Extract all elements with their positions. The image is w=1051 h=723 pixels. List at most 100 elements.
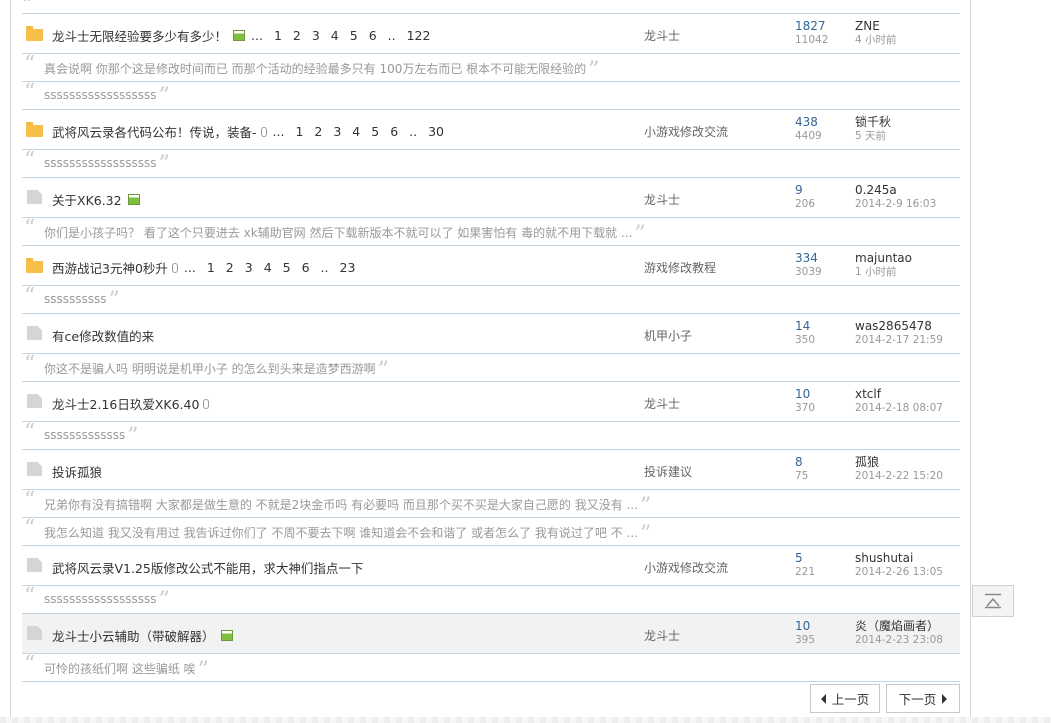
reply-count[interactable]: 1827: [795, 19, 828, 33]
reply-count[interactable]: 8: [795, 455, 808, 469]
folder-icon: [26, 326, 43, 341]
page-link[interactable]: 6: [369, 28, 377, 43]
thread-row[interactable]: 龙斗士无限经验要多少有多少！ ... 1 2 3 4 5 6 .. 122 龙斗…: [22, 14, 960, 54]
thread-title[interactable]: 武将风云录V1.25版修改公式不能用，求大神们指点一下: [52, 558, 363, 577]
forum-link[interactable]: 龙斗士: [644, 27, 680, 44]
last-post-time[interactable]: 2014-2-26 13:05: [855, 565, 943, 579]
page-link[interactable]: 4: [331, 28, 339, 43]
page-link[interactable]: 3: [312, 28, 320, 43]
back-to-top-button[interactable]: [972, 585, 1014, 617]
prev-page-button[interactable]: 上一页: [810, 684, 880, 713]
last-post-time[interactable]: 2014-2-22 15:20: [855, 469, 943, 483]
thread-title[interactable]: 龙斗士无限经验要多少有多少！: [52, 26, 227, 45]
last-post-time[interactable]: 2014-2-9 16:03: [855, 197, 936, 211]
page-link[interactable]: 4: [264, 260, 272, 275]
last-poster[interactable]: majuntao: [855, 251, 912, 265]
last-poster[interactable]: 0.245a: [855, 183, 936, 197]
thread-title[interactable]: 投诉孤狼: [52, 462, 102, 481]
page-link[interactable]: 5: [283, 260, 291, 275]
last-poster[interactable]: xtclf: [855, 387, 943, 401]
thread-row[interactable]: 投诉孤狼 投诉建议 8 75 孤狼 2014-2-22 15:20: [22, 450, 960, 490]
thread-title[interactable]: 有ce修改数值的来: [52, 326, 154, 345]
last-post-time[interactable]: 1 小时前: [855, 265, 912, 279]
reply-count[interactable]: 9: [795, 183, 815, 197]
page-link[interactable]: 23: [340, 260, 356, 275]
last-post-time[interactable]: 5 天前: [855, 129, 891, 143]
reply-count[interactable]: 438: [795, 115, 822, 129]
folder-icon: [26, 394, 43, 409]
chevron-left-icon: [820, 693, 826, 704]
forum-link[interactable]: 龙斗士: [644, 395, 680, 412]
thread-row[interactable]: 关于XK6.32 龙斗士 9 206 0.245a 2014-2-9 16:03: [22, 178, 960, 218]
last-post-time[interactable]: 2014-2-18 08:07: [855, 401, 943, 415]
last-poster[interactable]: ZNE: [855, 19, 897, 33]
last-post-time[interactable]: 2014-2-23 23:08: [855, 633, 943, 647]
thread-preview: “ssssssssssssssssss”: [22, 584, 960, 614]
thread-row[interactable]: 西游战记3元神0秒升 ... 1 2 3 4 5 6 .. 23 游戏修改教程 …: [22, 246, 960, 286]
page-link[interactable]: 4: [352, 124, 360, 139]
thread-row[interactable]: 龙斗士2.16日玖爱XK6.40 龙斗士 10 370 xtclf 2014-2-1…: [22, 382, 960, 422]
last-poster[interactable]: 锁千秋: [855, 115, 891, 129]
view-count: 221: [795, 566, 816, 578]
page-link[interactable]: 1: [295, 124, 303, 139]
thread-row-hovered[interactable]: 龙斗士小云辅助（带破解器） 龙斗士 10 395 炎（魔焰画者） 2014-2-23…: [22, 614, 960, 654]
page-link[interactable]: 3: [245, 260, 253, 275]
thread-row[interactable]: 武将风云录V1.25版修改公式不能用，求大神们指点一下 小游戏修改交流 5 221…: [22, 546, 960, 586]
view-count: 4409: [795, 130, 822, 142]
forum-link[interactable]: 游戏修改教程: [644, 259, 716, 276]
last-poster[interactable]: was2865478: [855, 319, 943, 333]
preview-text: 真会说啊 你那个这是修改时间而已 而那个活动的经验最多只有 100万左右而已 根…: [44, 62, 587, 76]
reply-count[interactable]: 5: [795, 551, 815, 565]
forum-link[interactable]: 投诉建议: [644, 463, 692, 480]
preview-text: 可怜的孩纸们啊 这些骗纸 唉: [44, 662, 196, 676]
reply-count[interactable]: 10: [795, 387, 815, 401]
reply-count[interactable]: 334: [795, 251, 822, 265]
page-link[interactable]: 2: [314, 124, 322, 139]
page-link[interactable]: 6: [302, 260, 310, 275]
forum-link[interactable]: 龙斗士: [644, 191, 680, 208]
page-link[interactable]: 122: [407, 28, 431, 43]
thread-preview: “ssssssssssssssssss”: [22, 148, 960, 178]
page-link[interactable]: 1: [207, 260, 215, 275]
page-link[interactable]: 2: [226, 260, 234, 275]
bottom-border: [0, 717, 1051, 723]
view-count: 206: [795, 198, 816, 210]
page-link[interactable]: 3: [333, 124, 341, 139]
reply-count[interactable]: 10: [795, 619, 815, 633]
last-poster[interactable]: shushutai: [855, 551, 943, 565]
page-link[interactable]: 30: [428, 124, 444, 139]
forum-link[interactable]: 小游戏修改交流: [644, 559, 728, 576]
forum-link[interactable]: 龙斗士: [644, 627, 680, 644]
reply-count[interactable]: 14: [795, 319, 815, 333]
thread-preview: “可怜的孩纸们啊 这些骗纸 唉”: [22, 652, 960, 682]
image-attachment-icon: [233, 30, 246, 41]
preview-text: ssssssssssssssssss: [44, 592, 157, 606]
forum-link[interactable]: 小游戏修改交流: [644, 123, 728, 140]
page-ellipsis: ..: [320, 260, 329, 275]
last-post-time[interactable]: 2014-2-17 21:59: [855, 333, 943, 347]
thread-title[interactable]: 龙斗士2.16日玖爱XK6.40: [52, 394, 199, 413]
thread-title[interactable]: 西游战记3元神0秒升: [52, 258, 168, 277]
forum-link[interactable]: 机甲小子: [644, 327, 692, 344]
page-link[interactable]: 6: [390, 124, 398, 139]
page-ellipsis: ...: [272, 124, 285, 139]
thread-title[interactable]: 武将风云录各代码公布！传说，装备-: [52, 122, 257, 141]
page-ellipsis: ..: [387, 28, 396, 43]
page-link[interactable]: 2: [293, 28, 301, 43]
page-link[interactable]: 5: [371, 124, 379, 139]
attachment-icon: [203, 398, 210, 409]
thread-preview: “你这不是骗人吗 明明说是机甲小子 的怎么到头来是造梦西游啊”: [22, 352, 960, 382]
view-count: 370: [795, 402, 816, 414]
thread-title[interactable]: 关于XK6.32: [52, 190, 122, 209]
next-page-button[interactable]: 下一页: [886, 684, 960, 713]
folder-icon: [26, 462, 43, 477]
thread-row[interactable]: 有ce修改数值的来 机甲小子 14 350 was2865478 2014-2-17…: [22, 314, 960, 354]
top-strip: “: [22, 0, 960, 16]
page-link[interactable]: 5: [350, 28, 358, 43]
last-poster[interactable]: 炎（魔焰画者）: [855, 619, 943, 633]
last-poster[interactable]: 孤狼: [855, 455, 943, 469]
last-post-time[interactable]: 4 小时前: [855, 33, 897, 47]
page-link[interactable]: 1: [274, 28, 282, 43]
thread-row[interactable]: 武将风云录各代码公布！传说，装备- ... 1 2 3 4 5 6 .. 30 …: [22, 110, 960, 150]
thread-title[interactable]: 龙斗士小云辅助（带破解器）: [52, 626, 215, 645]
